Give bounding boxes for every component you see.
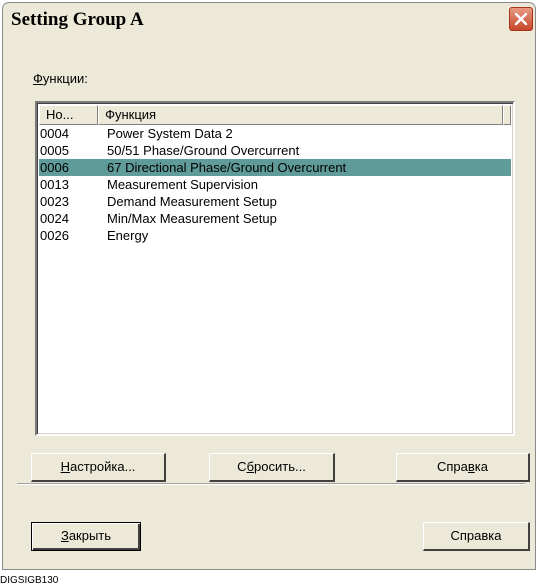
- item-number: 0026: [40, 228, 69, 243]
- item-function-name: Demand Measurement Setup: [107, 194, 277, 209]
- item-number: 0006: [40, 160, 69, 175]
- help-top-accel: в: [467, 459, 475, 474]
- close-button[interactable]: Закрыть: [31, 522, 141, 551]
- setup-label: астройка...: [69, 459, 136, 474]
- help-button-bottom[interactable]: Справка: [423, 522, 530, 551]
- help-button-top[interactable]: Справка: [396, 453, 530, 482]
- item-number: 0005: [40, 143, 69, 158]
- setup-button[interactable]: Настройка...: [31, 453, 166, 482]
- item-function-name: Energy: [107, 228, 149, 243]
- figure-caption: DIGSIGB130: [0, 575, 59, 586]
- dialog-title: Setting Group A: [11, 9, 144, 30]
- list-item[interactable]: 0004 Power System Data 2: [39, 125, 511, 142]
- list-body: 0004 Power System Data 2 0005 50/51 Phase/G…: [39, 125, 511, 244]
- list-item[interactable]: 0024 Min/Max Measurement Setup: [39, 210, 511, 227]
- item-number: 0023: [40, 194, 69, 209]
- list-item-selected[interactable]: 0006 67 Directional Phase/Ground Overcurr…: [39, 159, 511, 176]
- item-number: 0024: [40, 211, 69, 226]
- list-item[interactable]: 0026 Energy: [39, 227, 511, 244]
- list-item[interactable]: 0005 50/51 Phase/Ground Overcurrent: [39, 142, 511, 159]
- close-icon: [514, 12, 528, 26]
- list-item[interactable]: 0023 Demand Measurement Setup: [39, 193, 511, 210]
- column-header-filler: [503, 105, 511, 125]
- reset-button[interactable]: Сбросить...: [209, 453, 335, 482]
- reset-label-pre: С: [237, 459, 247, 474]
- item-number: 0013: [40, 177, 69, 192]
- item-number: 0004: [40, 126, 69, 141]
- close-accel: З: [60, 528, 69, 543]
- item-function-name: Min/Max Measurement Setup: [107, 211, 277, 226]
- item-function-name: Measurement Supervision: [107, 177, 259, 192]
- separator: [17, 483, 525, 485]
- close-label: акрыть: [68, 528, 112, 543]
- reset-accel: б: [246, 459, 255, 474]
- close-window-button[interactable]: [509, 7, 533, 31]
- item-function-name: 67 Directional Phase/Ground Overcurrent: [107, 160, 347, 175]
- reset-label: росить...: [254, 459, 306, 474]
- title-bar[interactable]: Setting Group A: [3, 3, 535, 37]
- list-item[interactable]: 0013 Measurement Supervision: [39, 176, 511, 193]
- column-header-number[interactable]: Но...: [39, 105, 99, 125]
- setup-accel: Н: [60, 459, 70, 474]
- item-function-name: Power System Data 2: [107, 126, 233, 141]
- list-header: Но... Функция: [39, 105, 511, 125]
- item-function-name: 50/51 Phase/Ground Overcurrent: [107, 143, 300, 158]
- functions-label-text: ункции:: [42, 71, 88, 86]
- help-top-label: ка: [474, 459, 488, 474]
- help-top-pre: Спра: [437, 459, 468, 474]
- functions-label: Функции:: [33, 71, 88, 86]
- functions-label-accel: Ф: [33, 71, 43, 86]
- column-header-function[interactable]: Функция: [98, 105, 503, 125]
- setting-group-dialog: Setting Group A Функции: Но... Функция 0…: [2, 2, 536, 570]
- functions-list[interactable]: Но... Функция 0004 Power System Data 2 000…: [35, 101, 515, 436]
